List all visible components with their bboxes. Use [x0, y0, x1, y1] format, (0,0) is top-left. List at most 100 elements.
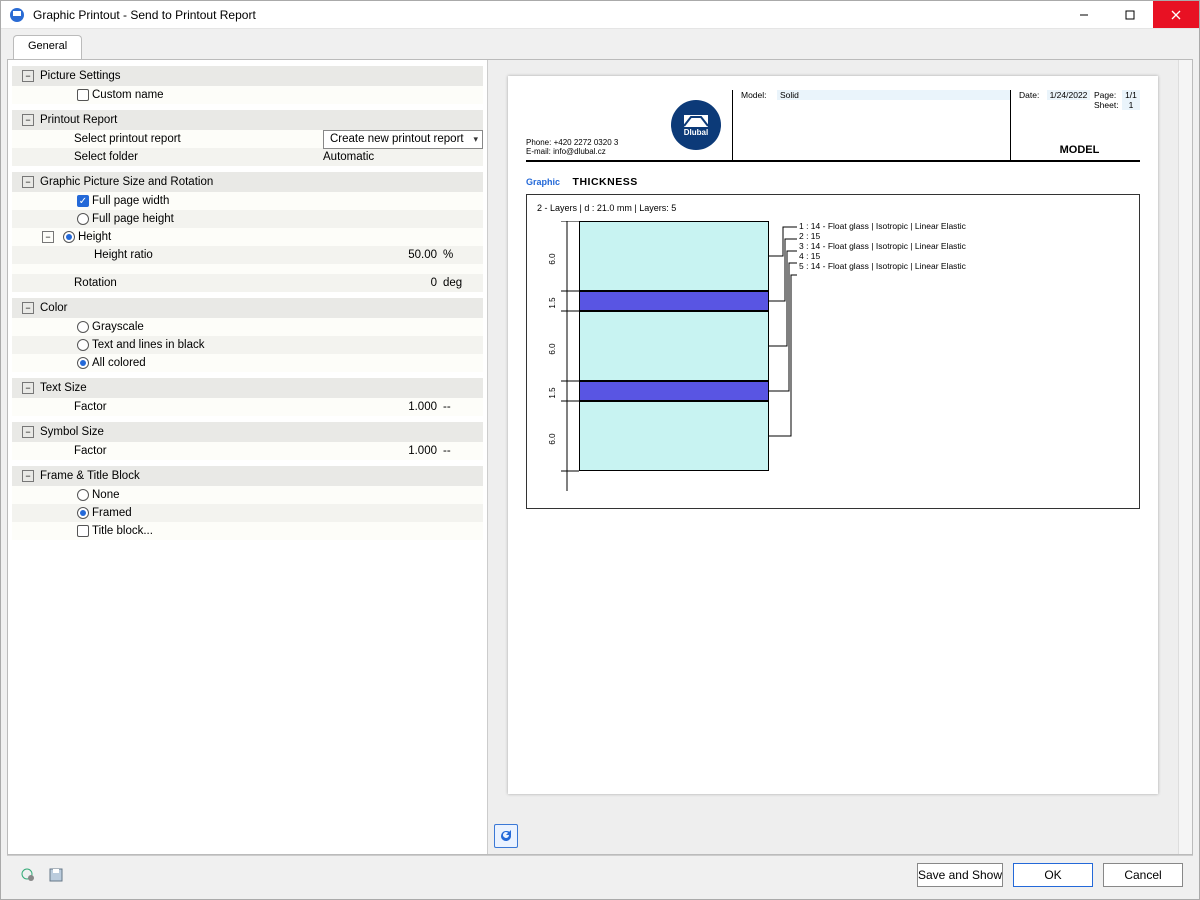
callout-text: 2 : 15	[799, 231, 966, 241]
dimension-lines-icon: 6.0 1.5 6.0 1.5 6.0	[537, 221, 579, 491]
symbol-factor-value[interactable]: 1.000	[331, 445, 443, 457]
callout-column: 1 : 14 - Float glass | Isotropic | Linea…	[769, 221, 1129, 494]
layer-gap-1	[579, 291, 769, 311]
footer-action-2[interactable]	[45, 864, 67, 886]
maximize-icon	[1125, 10, 1135, 20]
close-icon	[1171, 10, 1181, 20]
collapse-icon[interactable]: −	[42, 231, 54, 243]
bw-label: Text and lines in black	[92, 339, 483, 351]
grayscale-radio[interactable]	[77, 321, 89, 333]
report-contact: Phone: +420 2272 0320 3 E-mail: info@dlu…	[526, 90, 666, 160]
collapse-icon[interactable]: −	[22, 470, 34, 482]
all-colored-radio[interactable]	[77, 357, 89, 369]
row-select-folder: Select folder Automatic	[12, 148, 483, 166]
preview-panel: Phone: +420 2272 0320 3 E-mail: info@dlu…	[488, 60, 1192, 854]
frame-framed-radio[interactable]	[77, 507, 89, 519]
grayscale-label: Grayscale	[92, 321, 483, 333]
titlebar: Graphic Printout - Send to Printout Repo…	[1, 1, 1199, 29]
row-spacer	[12, 264, 483, 274]
date-value: 1/24/2022	[1047, 90, 1090, 100]
cancel-button[interactable]: Cancel	[1103, 863, 1183, 887]
window-buttons	[1061, 1, 1199, 28]
dimension-column: 6.0 1.5 6.0 1.5 6.0	[537, 221, 579, 494]
dim-text: 1.5	[548, 387, 557, 399]
select-report-dropdown[interactable]: Create new printout report ▾	[323, 130, 483, 149]
full-height-label: Full page height	[92, 213, 483, 225]
title-block-checkbox[interactable]	[77, 525, 89, 537]
rotation-value[interactable]: 0	[331, 277, 443, 289]
select-folder-label: Select folder	[74, 151, 323, 163]
height-radio[interactable]	[63, 231, 75, 243]
section-printout-report: − Printout Report	[12, 110, 483, 130]
row-text-factor: Factor 1.000 --	[12, 398, 483, 416]
collapse-icon[interactable]: −	[22, 382, 34, 394]
section-title: Picture Settings	[40, 70, 121, 82]
frame-framed-label: Framed	[92, 507, 483, 519]
select-report-value: Create new printout report	[330, 133, 464, 145]
sheet-value: 1	[1122, 100, 1140, 110]
section-size-rotation: − Graphic Picture Size and Rotation	[12, 172, 483, 192]
maximize-button[interactable]	[1107, 1, 1153, 28]
section-text-size: − Text Size	[12, 378, 483, 398]
custom-name-checkbox[interactable]	[77, 89, 89, 101]
page-label: Page:	[1094, 90, 1122, 100]
refresh-button[interactable]	[494, 824, 518, 848]
row-height-ratio: Height ratio 50.00 %	[12, 246, 483, 264]
report-logo: Dlubal	[666, 90, 726, 160]
collapse-icon[interactable]: −	[22, 302, 34, 314]
section-symbol-size: − Symbol Size	[12, 422, 483, 442]
layer-stack	[579, 221, 769, 494]
settings-panel: − Picture Settings Custom name − Printou…	[8, 60, 488, 854]
rotation-unit: deg	[443, 277, 483, 289]
height-ratio-unit: %	[443, 249, 483, 261]
text-factor-value[interactable]: 1.000	[331, 401, 443, 413]
section-title: Printout Report	[40, 114, 117, 126]
contact-phone: Phone: +420 2272 0320 3	[526, 138, 666, 147]
section-title: Color	[40, 302, 67, 314]
minimize-button[interactable]	[1061, 1, 1107, 28]
close-button[interactable]	[1153, 1, 1199, 28]
ok-button[interactable]: OK	[1013, 863, 1093, 887]
collapse-icon[interactable]: −	[22, 176, 34, 188]
save-and-show-button[interactable]: Save and Show	[917, 863, 1003, 887]
row-bw: Text and lines in black	[12, 336, 483, 354]
tab-general[interactable]: General	[13, 35, 82, 59]
row-frame-none: None	[12, 486, 483, 504]
footer-action-1[interactable]	[17, 864, 39, 886]
row-rotation: Rotation 0 deg	[12, 274, 483, 292]
report-side: Date:1/24/2022Page:1/1 Sheet:1 MODEL	[1010, 90, 1140, 160]
tabstrip: General	[7, 35, 1193, 59]
row-full-width: ✓ Full page width	[12, 192, 483, 210]
frame-none-radio[interactable]	[77, 489, 89, 501]
section-frame: − Frame & Title Block	[12, 466, 483, 486]
full-width-checkbox[interactable]: ✓	[77, 195, 89, 207]
save-disk-icon	[48, 867, 64, 883]
chevron-down-icon: ▾	[473, 134, 478, 145]
workarea: − Picture Settings Custom name − Printou…	[7, 59, 1193, 855]
rotation-label: Rotation	[74, 277, 331, 289]
preview-scrollbar[interactable]	[1178, 60, 1192, 854]
collapse-icon[interactable]: −	[22, 114, 34, 126]
dim-text: 1.5	[548, 297, 557, 309]
row-all-colored: All colored	[12, 354, 483, 372]
row-full-height: Full page height	[12, 210, 483, 228]
dim-text: 6.0	[548, 433, 557, 445]
report-subtitle: 2 - Layers | d : 21.0 mm | Layers: 5	[537, 203, 1129, 213]
dim-text: 6.0	[548, 343, 557, 355]
window-title: Graphic Printout - Send to Printout Repo…	[33, 8, 1061, 22]
title-block-label: Title block...	[92, 525, 483, 537]
callout-text: 3 : 14 - Float glass | Isotropic | Linea…	[799, 241, 966, 251]
frame-none-label: None	[92, 489, 483, 501]
height-ratio-value[interactable]: 50.00	[331, 249, 443, 261]
callout-text: 5 : 14 - Float glass | Isotropic | Linea…	[799, 261, 966, 271]
section-title: Text Size	[40, 382, 87, 394]
contact-email: E-mail: info@dlubal.cz	[526, 147, 666, 156]
select-folder-value: Automatic	[323, 151, 374, 163]
layer-glass-1	[579, 221, 769, 291]
bw-radio[interactable]	[77, 339, 89, 351]
row-title-block: Title block...	[12, 522, 483, 540]
app-icon	[9, 7, 25, 23]
collapse-icon[interactable]: −	[22, 70, 34, 82]
collapse-icon[interactable]: −	[22, 426, 34, 438]
full-height-radio[interactable]	[77, 213, 89, 225]
